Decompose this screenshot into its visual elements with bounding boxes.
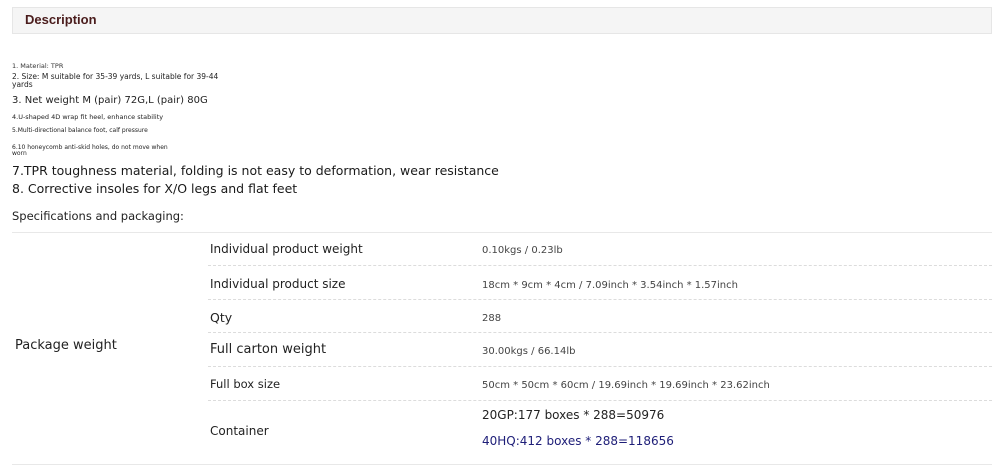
row-key: Container bbox=[210, 424, 269, 438]
table-row: Full carton weight 30.00kgs / 66.14lb bbox=[208, 333, 992, 367]
description-line-7: 7.TPR toughness material, folding is not… bbox=[12, 163, 499, 178]
table-row: Container 20GP:177 boxes * 288=50976 40H… bbox=[208, 401, 992, 464]
row-value: 288 bbox=[482, 313, 502, 324]
description-line-8: 8. Corrective insoles for X/O legs and f… bbox=[12, 181, 298, 196]
row-value: 0.10kgs / 0.23lb bbox=[482, 245, 563, 256]
container-20gp-value: 20GP:177 boxes * 288=50976 bbox=[482, 408, 665, 422]
row-key: Qty bbox=[210, 310, 233, 325]
description-line-6: 6.10 honeycomb anti-skid holes, do not m… bbox=[12, 144, 168, 157]
table-row: Individual product weight 0.10kgs / 0.23… bbox=[208, 232, 992, 266]
row-value: 30.00kgs / 66.14lb bbox=[482, 346, 576, 357]
description-line-4: 4.U-shaped 4D wrap fit heel, enhance sta… bbox=[12, 113, 164, 121]
specs-title: Specifications and packaging: bbox=[12, 209, 184, 223]
table-row: Qty 288 bbox=[208, 300, 992, 333]
description-line-2: 2. Size: M suitable for 35-39 yards, L s… bbox=[12, 72, 219, 89]
row-value: 50cm * 50cm * 60cm / 19.69inch * 19.69in… bbox=[482, 380, 770, 391]
package-weight-label: Package weight bbox=[15, 338, 117, 353]
description-line-3: 3. Net weight M (pair) 72G,L (pair) 80G bbox=[12, 95, 208, 106]
container-40hq-value: 40HQ:412 boxes * 288=118656 bbox=[482, 434, 674, 448]
row-key: Full carton weight bbox=[210, 342, 327, 357]
row-value: 18cm * 9cm * 4cm / 7.09inch * 3.54inch *… bbox=[482, 280, 738, 291]
table-row: Full box size 50cm * 50cm * 60cm / 19.69… bbox=[208, 367, 992, 401]
description-line-1: 1. Material: TPR bbox=[12, 62, 64, 70]
row-key: Individual product weight bbox=[210, 242, 363, 256]
description-title: Description bbox=[25, 12, 97, 27]
row-key: Individual product size bbox=[210, 277, 346, 291]
description-header: Description bbox=[12, 7, 992, 34]
specs-table: Package weight Individual product weight… bbox=[12, 232, 992, 465]
table-bottom-divider bbox=[12, 464, 992, 465]
row-key: Full box size bbox=[210, 377, 281, 391]
description-line-5: 5.Multi-directional balance foot, calf p… bbox=[12, 127, 148, 134]
table-row: Individual product size 18cm * 9cm * 4cm… bbox=[208, 266, 992, 300]
